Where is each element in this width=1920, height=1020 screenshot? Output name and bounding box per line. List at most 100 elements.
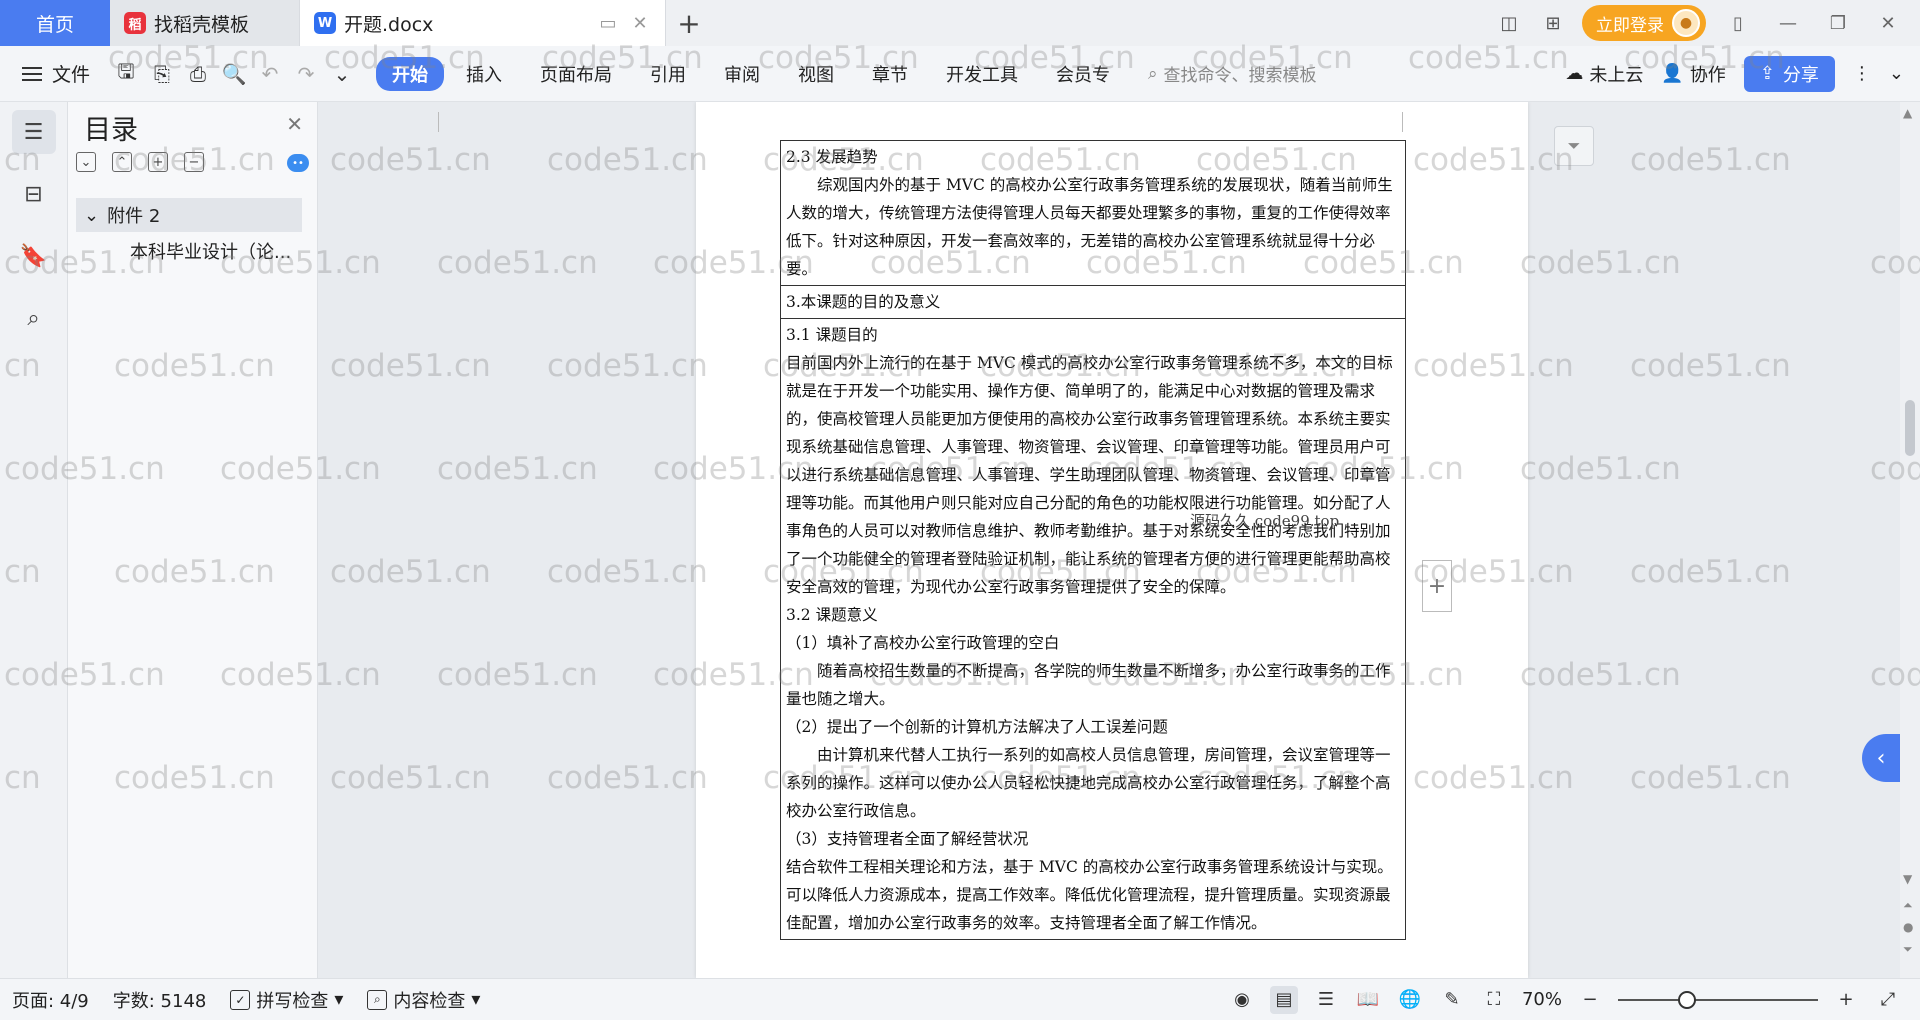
- next-page-icon[interactable]: ⏷: [1903, 942, 1913, 957]
- file-menu[interactable]: 文件: [0, 60, 108, 87]
- document-canvas[interactable]: 2.3 发展趋势 综观国内外的基于 MVC 的高校办公室行政事务管理系统的发展现…: [318, 102, 1900, 978]
- scroll-thumb[interactable]: [1905, 400, 1915, 456]
- page-indicator[interactable]: 页面: 4/9: [0, 987, 101, 1013]
- preview-icon[interactable]: 🔍: [216, 56, 252, 92]
- nav-icon[interactable]: ⊟: [12, 172, 56, 216]
- spell-check-button[interactable]: ✓ 拼写检查 ▾: [218, 987, 355, 1013]
- add-row-icon[interactable]: +: [1422, 560, 1452, 612]
- menu-icon: [22, 66, 42, 81]
- toc-item-level2[interactable]: 本科毕业设计（论...: [130, 234, 291, 268]
- cloud-status-button[interactable]: ☁ 未上云: [1565, 61, 1643, 87]
- new-tab-button[interactable]: +: [666, 0, 712, 46]
- fit-page-icon[interactable]: ⛶: [1480, 986, 1508, 1014]
- collab-button[interactable]: 👤 协作: [1661, 61, 1725, 87]
- ai-icon[interactable]: ••: [287, 154, 309, 172]
- spell-check-label: 拼写检查: [256, 990, 329, 1012]
- command-search[interactable]: ⌕ 查找命令、搜索模板: [1148, 61, 1317, 87]
- select-browse-icon[interactable]: ●: [1903, 920, 1913, 934]
- tab-home[interactable]: 首页: [0, 0, 110, 46]
- ribbon-tab-sections[interactable]: 章节: [856, 57, 924, 91]
- zoom-in-icon[interactable]: +: [1832, 986, 1860, 1014]
- apps-grid-icon[interactable]: ⊞: [1538, 8, 1568, 38]
- table-cell[interactable]: 3.1 课题目的 目前国内外上流行的在基于 MVC 模式的高校办公室行政事务管理…: [781, 318, 1405, 939]
- ribbon-tab-insert[interactable]: 插入: [450, 57, 518, 91]
- undo-icon[interactable]: ↶: [252, 56, 288, 92]
- word-count[interactable]: 字数: 5148: [101, 987, 219, 1013]
- tab-document[interactable]: W 开题.docx ▭ ✕: [300, 0, 666, 46]
- prev-page-icon[interactable]: ⏶: [1903, 898, 1913, 913]
- ribbon-tab-review[interactable]: 审阅: [708, 57, 776, 91]
- redo-icon[interactable]: ↷: [288, 56, 324, 92]
- page-view-icon[interactable]: ▤: [1269, 985, 1298, 1014]
- ribbon-tab-member[interactable]: 会员专: [1040, 57, 1126, 91]
- maximize-icon[interactable]: ❐: [1820, 8, 1856, 38]
- inline-watermark: 源码久久 code99.top: [1190, 512, 1340, 530]
- writer-logo-icon: W: [314, 12, 336, 34]
- tab-document-label: 开题.docx: [344, 13, 434, 36]
- file-label: 文件: [52, 64, 91, 86]
- toc-title: 目录: [84, 115, 138, 146]
- collapse-icon[interactable]: ⌃: [112, 152, 132, 172]
- toc-item-level1[interactable]: ⌄ 附件 2: [76, 198, 302, 232]
- ribbon-tab-view[interactable]: 视图: [782, 57, 850, 91]
- table-cell[interactable]: 2.3 发展趋势 综观国内外的基于 MVC 的高校办公室行政事务管理系统的发展现…: [781, 141, 1405, 285]
- login-button[interactable]: 立即登录 ●: [1582, 5, 1706, 41]
- export-icon[interactable]: ⎘: [144, 56, 180, 92]
- vertical-scrollbar[interactable]: ▲ ▼ ⏶ ● ⏷: [1900, 102, 1920, 978]
- find-icon[interactable]: ⌕: [12, 296, 56, 340]
- side-panel-toggle-icon[interactable]: ‹: [1862, 734, 1900, 782]
- bookmark-icon[interactable]: 🔖: [12, 234, 56, 278]
- scroll-down-icon[interactable]: ▼: [1903, 872, 1912, 886]
- add-heading-icon[interactable]: +: [148, 152, 168, 172]
- save-icon[interactable]: 🖫: [108, 56, 144, 92]
- sub-heading: 3.2 课题意义: [786, 606, 878, 624]
- zoom-level[interactable]: 70%: [1522, 989, 1562, 1010]
- tab-templates[interactable]: 稻 找稻壳模板: [110, 0, 300, 46]
- left-rail: ☰ ⊟ 🔖 ⌕: [0, 102, 68, 978]
- zoom-slider-knob[interactable]: [1678, 990, 1696, 1009]
- sub-heading: 3.1 课题目的: [786, 326, 878, 344]
- docer-logo-icon: 稻: [124, 12, 146, 34]
- table-cell[interactable]: 3.本课题的目的及意义: [781, 285, 1405, 318]
- pen-icon[interactable]: ✎: [1438, 986, 1466, 1014]
- ribbon-tab-layout[interactable]: 页面布局: [524, 57, 628, 91]
- ribbon-tab-developer[interactable]: 开发工具: [930, 57, 1034, 91]
- content-check-button[interactable]: ⌕ 内容检查 ▾: [355, 987, 492, 1013]
- page-header-toggle-icon[interactable]: ⏷: [1554, 126, 1594, 166]
- outline-view-icon[interactable]: ☰: [1312, 986, 1340, 1014]
- collapse-ribbon-icon[interactable]: ⌄: [1889, 63, 1904, 84]
- web-view-icon[interactable]: 🌐: [1396, 986, 1424, 1014]
- dropdown-icon: ▾: [471, 989, 481, 1010]
- minimize-icon[interactable]: —: [1770, 8, 1806, 38]
- more-icon[interactable]: ⋮: [1853, 63, 1871, 84]
- restore-small-icon[interactable]: ▯: [1720, 8, 1756, 38]
- collab-icon: 👤: [1661, 63, 1684, 84]
- section-heading: 3.本课题的目的及意义: [786, 293, 941, 311]
- remove-heading-icon[interactable]: −: [184, 152, 204, 172]
- toc-panel: 目录 ✕ ⌄ ⌃ + − •• ⌄ 附件 2 本科毕业设计（论...: [68, 102, 318, 978]
- close-icon[interactable]: ✕: [286, 112, 303, 136]
- quick-access-dropdown-icon[interactable]: ⌄: [324, 56, 360, 92]
- search-icon: ⌕: [1148, 63, 1158, 84]
- close-window-icon[interactable]: ✕: [1870, 8, 1906, 38]
- monitor-icon[interactable]: ▭: [597, 12, 619, 34]
- login-label: 立即登录: [1596, 15, 1664, 36]
- fullscreen-icon[interactable]: ⤢: [1874, 986, 1902, 1014]
- close-tab-icon[interactable]: ✕: [629, 12, 651, 34]
- share-button[interactable]: ⇪ 分享: [1743, 55, 1835, 92]
- expand-icon[interactable]: ⌄: [76, 152, 96, 172]
- dropdown-icon: ▾: [334, 989, 344, 1010]
- scroll-up-icon[interactable]: ▲: [1903, 106, 1912, 120]
- ribbon-tab-home[interactable]: 开始: [376, 56, 445, 91]
- content-check-icon: ⌕: [367, 989, 388, 1010]
- document-table[interactable]: 2.3 发展趋势 综观国内外的基于 MVC 的高校办公室行政事务管理系统的发展现…: [780, 140, 1406, 940]
- zoom-slider[interactable]: [1618, 990, 1818, 1009]
- layout-icon[interactable]: ◫: [1494, 8, 1524, 38]
- zoom-out-icon[interactable]: −: [1576, 986, 1604, 1014]
- read-view-icon[interactable]: 📖: [1354, 986, 1382, 1014]
- print-icon[interactable]: ⎙: [180, 56, 216, 92]
- paragraph: 目前国内外上流行的在基于 MVC 模式的高校办公室行政事务管理系统不多，本文的目…: [786, 354, 1393, 596]
- ribbon-tab-references[interactable]: 引用: [634, 57, 702, 91]
- toc-icon[interactable]: ☰: [11, 110, 56, 154]
- eye-icon[interactable]: ◉: [1228, 986, 1256, 1014]
